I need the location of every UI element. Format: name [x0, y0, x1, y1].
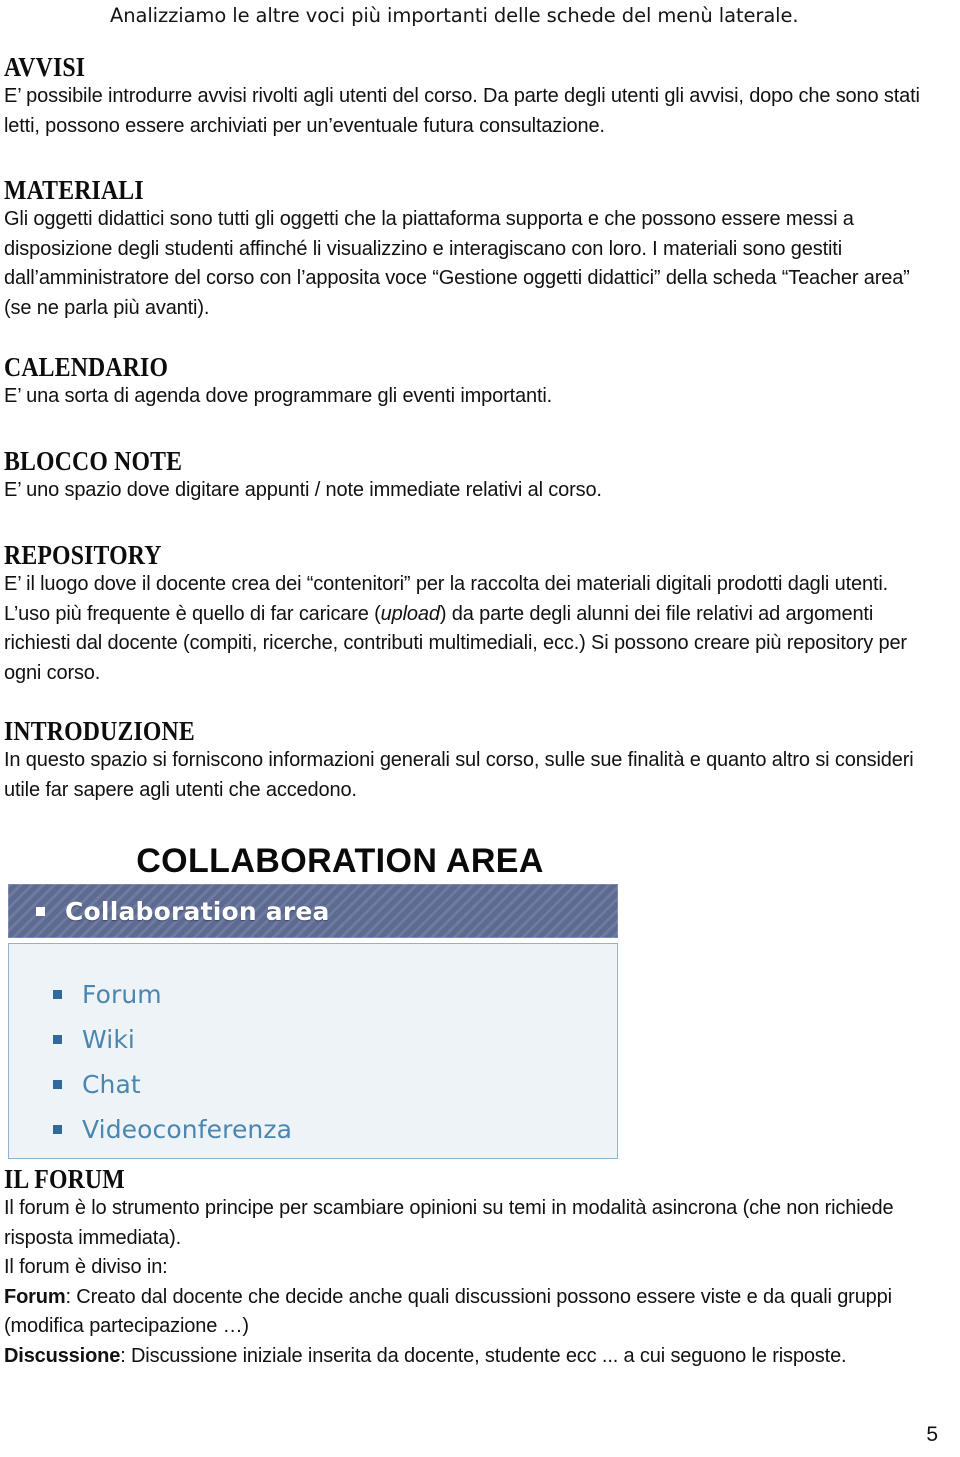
discussione-definition-text: : Discussione iniziale inserita da docen…: [120, 1344, 847, 1367]
menu-item-label: Wiki: [82, 1025, 135, 1054]
section-paragraph-calendario: E’ una sorta di agenda dove programmare …: [4, 385, 553, 407]
section-heading-repository: REPOSITORY: [4, 540, 162, 570]
section-materiali: MATERIALI Gli oggetti didattici sono tut…: [4, 175, 936, 323]
page-number: 5: [926, 1423, 938, 1446]
intro-line: Analizziamo le altre voci più importanti…: [110, 4, 799, 27]
section-paragraph-introduzione: In questo spazio si forniscono informazi…: [4, 749, 914, 801]
screenshot-header-label: Collaboration area: [65, 896, 330, 926]
square-bullet-icon: [53, 1080, 62, 1089]
square-bullet-icon: [36, 906, 45, 916]
menu-item-chat[interactable]: Chat: [53, 1062, 617, 1107]
screenshot-menu-panel: Forum Wiki Chat Videoconferenza: [8, 943, 618, 1159]
section-heading-introduzione: INTRODUZIONE: [4, 716, 195, 746]
section-il-forum: IL FORUM Il forum è lo strumento princip…: [4, 1164, 936, 1371]
menu-item-videoconferenza[interactable]: Videoconferenza: [53, 1107, 617, 1152]
square-bullet-icon: [53, 990, 62, 999]
section-heading-blocco-note: BLOCCO NOTE: [4, 446, 183, 476]
menu-item-label: Chat: [82, 1070, 141, 1099]
section-blocco-note: BLOCCO NOTE E’ uno spazio dove digitare …: [4, 446, 936, 506]
menu-item-forum[interactable]: Forum: [53, 972, 617, 1017]
section-calendario: CALENDARIO E’ una sorta di agenda dove p…: [4, 352, 936, 412]
document-page: Analizziamo le altre voci più importanti…: [0, 0, 960, 1457]
collaboration-area-screenshot: Collaboration area Forum Wiki Chat Video…: [8, 884, 618, 1159]
square-bullet-icon: [53, 1125, 62, 1134]
discussione-definition-label: Discussione: [4, 1344, 121, 1367]
menu-item-label: Forum: [82, 980, 162, 1009]
section-heading-materiali: MATERIALI: [4, 175, 144, 205]
section-paragraph-avvisi: E’ possibile introdurre avvisi rivolti a…: [4, 85, 920, 137]
repository-text-italic: upload: [380, 602, 440, 625]
forum-definition-label: Forum: [4, 1285, 66, 1308]
screenshot-header-bar: Collaboration area: [8, 884, 618, 938]
forum-paragraph-1: Il forum è lo strumento principe per sca…: [4, 1197, 894, 1249]
collaboration-area-title: COLLABORATION AREA: [136, 842, 544, 880]
section-heading-calendario: CALENDARIO: [4, 352, 169, 382]
menu-item-wiki[interactable]: Wiki: [53, 1017, 617, 1062]
forum-definition: Forum: Creato dal docente che decide anc…: [4, 1283, 936, 1342]
menu-item-label: Videoconferenza: [82, 1115, 293, 1144]
discussione-definition: Discussione: Discussione iniziale inseri…: [4, 1342, 936, 1372]
section-avvisi: AVVISI E’ possibile introdurre avvisi ri…: [4, 52, 936, 141]
section-heading-il-forum: IL FORUM: [4, 1164, 125, 1194]
forum-definition-text: : Creato dal docente che decide anche qu…: [4, 1285, 892, 1338]
section-paragraph-repository: E’ il luogo dove il docente crea dei “co…: [4, 570, 936, 688]
section-paragraph-blocco-note: E’ uno spazio dove digitare appunti / no…: [4, 479, 602, 501]
section-repository: REPOSITORY E’ il luogo dove il docente c…: [4, 540, 936, 688]
square-bullet-icon: [53, 1035, 62, 1044]
section-heading-avvisi: AVVISI: [4, 52, 86, 82]
section-introduzione: INTRODUZIONE In questo spazio si fornisc…: [4, 716, 936, 805]
forum-paragraph-2: Il forum è diviso in:: [4, 1256, 168, 1278]
section-paragraph-materiali: Gli oggetti didattici sono tutti gli ogg…: [4, 208, 910, 319]
